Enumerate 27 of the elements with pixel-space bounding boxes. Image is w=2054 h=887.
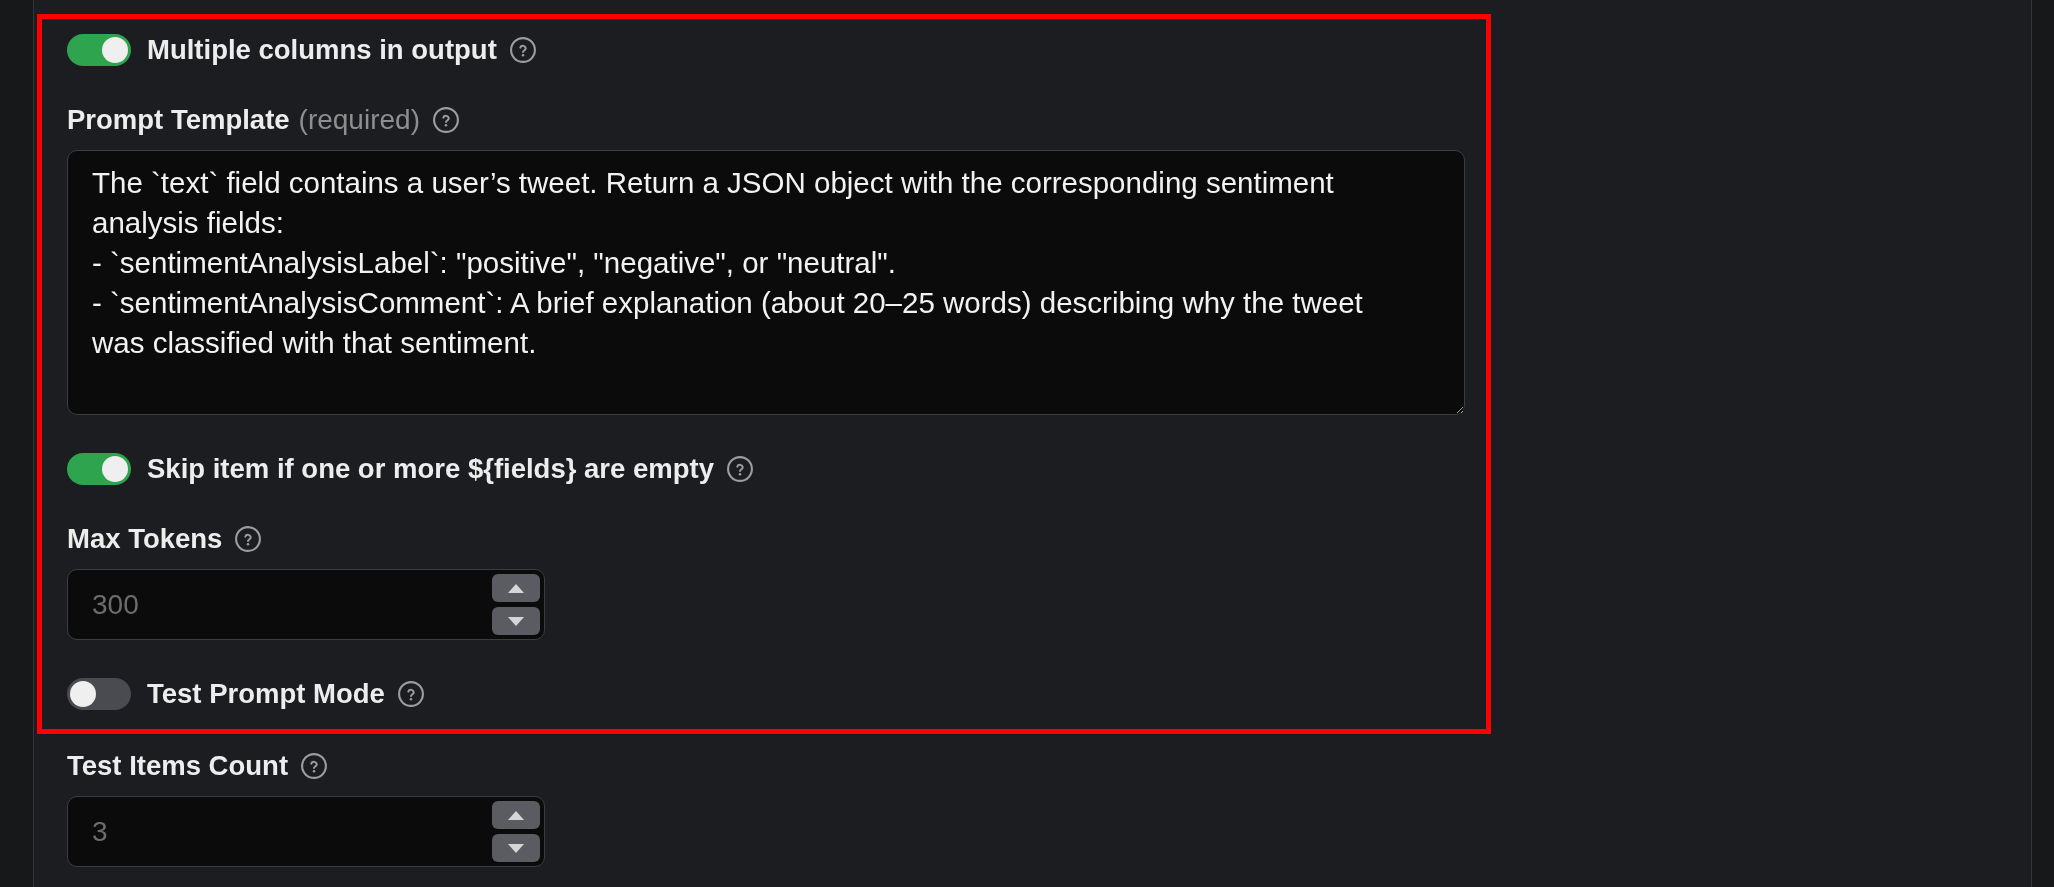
required-hint: (required) — [298, 104, 420, 136]
help-icon[interactable] — [301, 753, 328, 779]
help-icon[interactable] — [727, 456, 753, 482]
caret-up-icon — [508, 810, 524, 820]
field-label: Prompt Template — [67, 104, 290, 136]
caret-up-icon — [508, 583, 524, 593]
increment-button[interactable] — [492, 801, 540, 829]
number-input[interactable]: 3 — [67, 796, 545, 867]
help-icon[interactable] — [432, 107, 459, 133]
option-label: Test Prompt Mode — [147, 678, 385, 710]
toggle-switch[interactable] — [67, 678, 131, 710]
help-icon[interactable] — [235, 526, 262, 552]
decrement-button[interactable] — [492, 834, 540, 862]
option-label: Skip item if one or more ${fields} are empty — [147, 453, 714, 485]
prompt-textarea[interactable]: The `text` field contains a user’s tweet. Return a JSON object with the corresponding sentiment analysis fields: - `sentimentAnalysisLabel`: "positive", "negative", or "neutral". - `sentimentAnalysisComment`: A brief explanation (about 20–25 words) describing why the tweet was classified with that sentiment. — [67, 150, 1465, 415]
increment-button[interactable] — [492, 574, 540, 602]
decrement-button[interactable] — [492, 607, 540, 635]
field-label: Max Tokens — [67, 523, 223, 555]
option-label: Multiple columns in output — [147, 34, 497, 66]
number-input[interactable]: 300 — [67, 569, 545, 640]
help-icon[interactable] — [509, 37, 536, 63]
toggle-switch[interactable] — [67, 453, 131, 485]
caret-down-icon — [508, 616, 524, 626]
caret-down-icon — [508, 843, 524, 853]
help-icon[interactable] — [397, 681, 424, 707]
toggle-switch[interactable] — [67, 34, 131, 66]
field-label: Test Items Count — [67, 750, 289, 782]
